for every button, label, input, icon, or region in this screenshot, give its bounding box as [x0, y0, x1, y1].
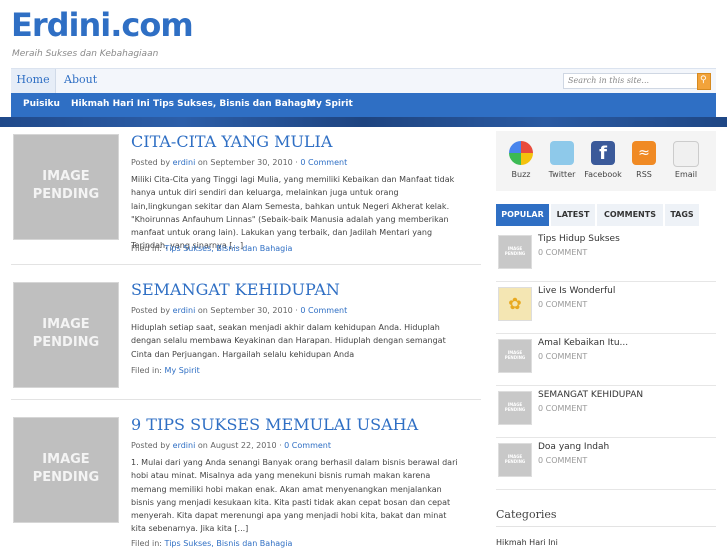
popular-item[interactable]: IMAGE PENDING SEMANGAT KEHIDUPAN 0 COMME… [496, 385, 716, 438]
email-label[interactable]: Email [661, 170, 711, 179]
image-pending-label: IMAGE PENDING [504, 246, 526, 256]
image-pending-label: IMAGE PENDING [504, 454, 526, 464]
comment-count-link[interactable]: 0 Comment [284, 441, 331, 450]
filed-in-label: Filed in: [131, 539, 162, 548]
comment-count-link[interactable]: 0 Comment [300, 306, 347, 315]
category-link[interactable]: Tips Sukses, Bisnis dan Bahagia [165, 244, 293, 253]
search-icon: ⚲ [700, 75, 707, 85]
filed-in-label: Filed in: [131, 366, 162, 375]
posted-by-label: Posted by [131, 306, 171, 315]
popular-item[interactable]: IMAGE PENDING Amal Kebaikan Itu... 0 COM… [496, 333, 716, 386]
social-bar: Buzz Twitter f Facebook ≈ RSS Email [496, 131, 716, 191]
categories-heading: Categories [496, 508, 557, 521]
sidebar-tabs: POPULAR LATEST COMMENTS TAGS [496, 204, 716, 226]
popular-item[interactable]: IMAGE PENDING Doa yang Indah 0 COMMENT [496, 437, 716, 490]
post-divider [11, 399, 481, 400]
popular-title[interactable]: Live Is Wonderful [538, 286, 615, 296]
header-decorative-band [0, 117, 727, 127]
popular-comment-count: 0 COMMENT [538, 248, 588, 257]
search-input[interactable]: Search in this site... [563, 73, 705, 89]
popular-thumbnail[interactable]: IMAGE PENDING [498, 391, 532, 425]
tab-comments[interactable]: COMMENTS [597, 204, 663, 226]
email-icon[interactable] [673, 141, 699, 167]
post-date: on August 22, 2010 · [197, 441, 282, 450]
post-thumbnail[interactable]: IMAGE PENDING [13, 134, 119, 240]
post-excerpt: Miliki Cita-Cita yang Tinggi lagi Mulia,… [131, 175, 455, 251]
author-link[interactable]: erdini [173, 306, 196, 315]
category-item[interactable]: Hikmah Hari Ini [496, 538, 558, 547]
popular-thumbnail[interactable]: IMAGE PENDING [498, 443, 532, 477]
category-navigation: Puisiku Hikmah Hari Ini Tips Sukses, Bis… [11, 93, 716, 117]
image-pending-label: IMAGE PENDING [32, 317, 100, 350]
category-link[interactable]: Tips Sukses, Bisnis dan Bahagia [165, 539, 293, 548]
filed-in-label: Filed in: [131, 244, 162, 253]
post-meta: Posted by erdini on August 22, 2010 · 0 … [131, 441, 331, 450]
post-item: IMAGE PENDING 9 TIPS SUKSES MEMULAI USAH… [11, 415, 481, 548]
popular-title[interactable]: Amal Kebaikan Itu... [538, 338, 628, 348]
facebook-icon[interactable]: f [591, 141, 615, 165]
popular-title[interactable]: Tips Hidup Sukses [538, 234, 620, 244]
post-title-link[interactable]: SEMANGAT KEHIDUPAN [131, 280, 340, 299]
post-excerpt: 1. Mulai dari yang Anda senangi Banyak o… [131, 458, 458, 534]
popular-item[interactable]: IMAGE PENDING Tips Hidup Sukses 0 COMMEN… [496, 229, 716, 282]
author-link[interactable]: erdini [173, 441, 196, 450]
popular-comment-count: 0 COMMENT [538, 300, 588, 309]
popular-thumbnail[interactable]: IMAGE PENDING [498, 339, 532, 373]
post-meta: Posted by erdini on September 30, 2010 ·… [131, 158, 347, 167]
image-pending-label: IMAGE PENDING [504, 402, 526, 412]
post-filed-in: Filed in: Tips Sukses, Bisnis dan Bahagi… [131, 539, 292, 548]
post-excerpt: Hiduplah setiap saat, seakan menjadi akh… [131, 323, 446, 359]
categories-divider [496, 526, 716, 527]
post-thumbnail[interactable]: IMAGE PENDING [13, 282, 119, 388]
site-header: Erdini.com Meraih Sukses dan Kebahagiaan [0, 0, 727, 68]
tab-latest[interactable]: LATEST [551, 204, 595, 226]
popular-thumbnail[interactable]: ✿ [498, 287, 532, 321]
image-pending-label: IMAGE PENDING [32, 452, 100, 485]
site-title-link[interactable]: Erdini.com [11, 6, 194, 44]
post-item: IMAGE PENDING CITA-CITA YANG MULIA Poste… [11, 132, 481, 262]
cat-nav-hikmah[interactable]: Hikmah Hari Ini [71, 99, 150, 109]
site-tagline: Meraih Sukses dan Kebahagiaan [12, 49, 159, 59]
tab-tags[interactable]: TAGS [665, 204, 699, 226]
rss-icon[interactable]: ≈ [632, 141, 656, 165]
buzz-icon[interactable] [509, 141, 533, 165]
author-link[interactable]: erdini [173, 158, 196, 167]
popular-comment-count: 0 COMMENT [538, 456, 588, 465]
posted-by-label: Posted by [131, 441, 171, 450]
post-thumbnail[interactable]: IMAGE PENDING [13, 417, 119, 523]
post-title-link[interactable]: CITA-CITA YANG MULIA [131, 132, 332, 151]
popular-comment-count: 0 COMMENT [538, 352, 588, 361]
post-meta: Posted by erdini on September 30, 2010 ·… [131, 306, 347, 315]
posted-by-label: Posted by [131, 158, 171, 167]
flower-image: ✿ [508, 294, 522, 313]
image-pending-label: IMAGE PENDING [504, 350, 526, 360]
cat-nav-tips[interactable]: Tips Sukses, Bisnis dan Bahagia [153, 99, 316, 109]
post-date: on September 30, 2010 · [197, 306, 298, 315]
popular-title[interactable]: Doa yang Indah [538, 442, 609, 452]
popular-comment-count: 0 COMMENT [538, 404, 588, 413]
popular-title[interactable]: SEMANGAT KEHIDUPAN [538, 390, 643, 400]
post-filed-in: Filed in: Tips Sukses, Bisnis dan Bahagi… [131, 244, 292, 253]
twitter-icon[interactable] [550, 141, 574, 165]
tab-popular[interactable]: POPULAR [496, 204, 549, 226]
post-date: on September 30, 2010 · [197, 158, 298, 167]
post-divider [11, 264, 481, 265]
post-item: IMAGE PENDING SEMANGAT KEHIDUPAN Posted … [11, 280, 481, 392]
popular-thumbnail[interactable]: IMAGE PENDING [498, 235, 532, 269]
search-button[interactable]: ⚲ [697, 73, 711, 90]
category-link[interactable]: My Spirit [165, 366, 200, 375]
popular-item[interactable]: ✿ Live Is Wonderful 0 COMMENT [496, 281, 716, 334]
comment-count-link[interactable]: 0 Comment [300, 158, 347, 167]
image-pending-label: IMAGE PENDING [32, 169, 100, 202]
cat-nav-puisiku[interactable]: Puisiku [23, 99, 60, 109]
post-title-link[interactable]: 9 TIPS SUKSES MEMULAI USAHA [131, 415, 418, 434]
nav-about-link[interactable]: About [64, 73, 97, 86]
post-filed-in: Filed in: My Spirit [131, 366, 200, 375]
cat-nav-myspirit[interactable]: My Spirit [307, 99, 353, 109]
nav-home-link[interactable]: Home [11, 69, 56, 94]
